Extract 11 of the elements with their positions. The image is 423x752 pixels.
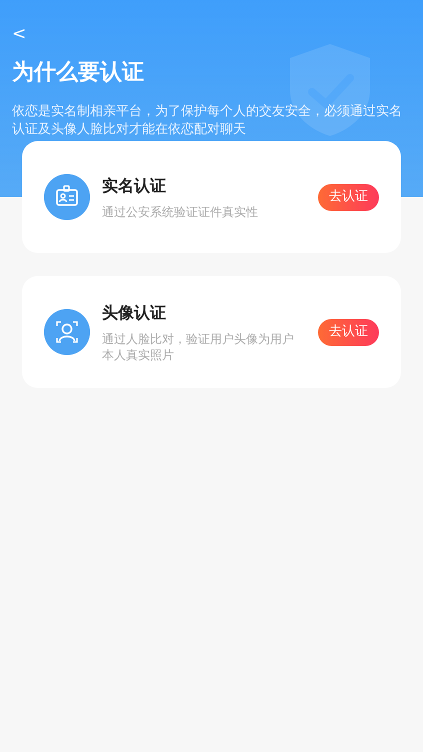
card-subtitle: 通过人脸比对，验证用户头像为用户本人真实照片 bbox=[102, 331, 295, 363]
id-card-icon bbox=[44, 174, 90, 220]
face-scan-icon bbox=[44, 309, 90, 355]
page-title: 为什么要认证 bbox=[12, 59, 145, 87]
verify-button[interactable]: 去认证 bbox=[318, 318, 379, 346]
verify-button[interactable]: 去认证 bbox=[318, 184, 379, 210]
card-subtitle: 通过公安系统验证证件真实性 bbox=[102, 204, 258, 220]
card-title: 头像认证 bbox=[102, 302, 167, 324]
card-title: 实名认证 bbox=[102, 175, 167, 197]
back-button[interactable]: < bbox=[12, 26, 26, 43]
description-text: 依恋是实名制相亲平台，为了保护每个人的交友安全，必须通过实名认证及头像人脸比对才能在依恋配对聊天 bbox=[12, 103, 403, 139]
